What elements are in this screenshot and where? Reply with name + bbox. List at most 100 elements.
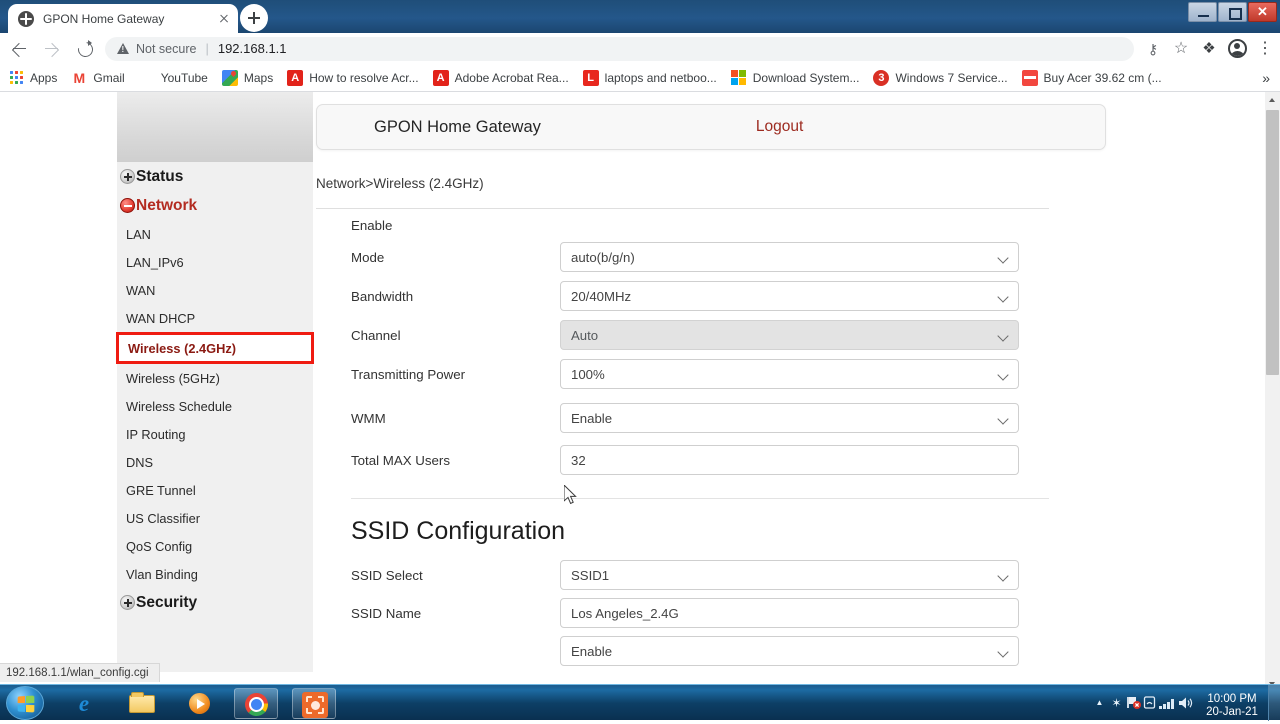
bookmark-label: Maps	[243, 70, 274, 85]
chrome-menu-icon[interactable]: ⋮	[1252, 36, 1278, 62]
close-icon[interactable]	[216, 11, 232, 27]
total-max-users-input[interactable]: 32	[560, 445, 1019, 475]
bookmark-label: Adobe Acrobat Rea...	[454, 70, 569, 85]
field-row-enable: Enable	[316, 218, 1106, 233]
bookmark-how-to-resolve[interactable]: How to resolve Acr...	[287, 69, 419, 86]
field-control: SSID1	[560, 560, 1019, 590]
bookmark-download-system[interactable]: Download System...	[730, 69, 859, 86]
network-error-icon[interactable]	[1125, 685, 1142, 721]
sidebar-item-label: GRE Tunnel	[126, 482, 196, 498]
sidebar-item-lan[interactable]: LAN	[117, 220, 313, 248]
taskbar-clock[interactable]: 10:00 PM 20-Jan-21	[1196, 688, 1268, 719]
sidebar-group-network[interactable]: Network	[117, 191, 313, 220]
sidebar-item-dns[interactable]: DNS	[117, 448, 313, 476]
browser-tab[interactable]: GPON Home Gateway	[8, 4, 238, 33]
page-scrollbar[interactable]	[1265, 92, 1280, 692]
bookmark-laptops[interactable]: laptops and netboo...	[582, 69, 717, 86]
browser-window: GPON Home Gateway ✕ Not secure | 192.168…	[0, 0, 1280, 692]
volume-icon[interactable]	[1176, 685, 1196, 721]
action-center-icon[interactable]	[1142, 685, 1159, 721]
channel-select-value: Auto	[571, 327, 599, 343]
taskbar-file-explorer[interactable]	[120, 688, 164, 719]
logout-link[interactable]: Logout	[756, 118, 803, 136]
close-window-button[interactable]: ✕	[1248, 2, 1277, 22]
new-tab-button[interactable]	[240, 4, 268, 32]
sidebar-group-security[interactable]: Security	[117, 588, 313, 617]
ssid-select[interactable]: SSID1	[560, 560, 1019, 590]
sidebar-item-wireless-schedule[interactable]: Wireless Schedule	[117, 392, 313, 420]
extensions-puzzle-icon[interactable]: ❖	[1196, 36, 1222, 62]
field-control: Enable	[560, 636, 1019, 666]
minimize-button[interactable]	[1188, 2, 1217, 22]
section-title-ssid-configuration: SSID Configuration	[351, 517, 566, 545]
show-hidden-icons[interactable]: ▲	[1091, 685, 1108, 721]
field-label: Channel	[351, 327, 401, 343]
windows-media-player-icon	[189, 693, 210, 714]
start-orb-icon[interactable]	[6, 686, 44, 720]
globe-icon	[18, 10, 34, 27]
bookmark-label: Buy Acer 39.62 cm (...	[1043, 70, 1162, 85]
taskbar-google-chrome[interactable]	[234, 688, 278, 719]
profile-avatar-icon[interactable]	[1224, 36, 1250, 62]
sidebar-item-label: DNS	[126, 454, 154, 470]
sidebar-menu: Status Network LAN LAN_IPv6 WAN WAN DHCP…	[116, 162, 314, 672]
mode-select[interactable]: auto(b/g/n)	[560, 242, 1019, 272]
router-sidebar: Status Network LAN LAN_IPv6 WAN WAN DHCP…	[116, 92, 314, 672]
bluetooth-icon[interactable]: ✶	[1108, 685, 1125, 721]
bookmark-windows7-service[interactable]: Windows 7 Service...	[873, 69, 1008, 86]
bookmarks-overflow-icon[interactable]: »	[1262, 70, 1270, 86]
signal-bars-icon[interactable]	[1159, 685, 1176, 721]
minus-icon[interactable]	[120, 198, 135, 213]
show-desktop-button[interactable]	[1268, 685, 1280, 721]
forward-arrow-icon[interactable]	[38, 35, 66, 63]
status-bubble: 192.168.1.1/wlan_config.cgi	[0, 663, 160, 682]
address-bar[interactable]: Not secure | 192.168.1.1	[105, 36, 1134, 61]
bookmark-label: YouTube	[160, 70, 208, 85]
sidebar-item-qos-config[interactable]: QoS Config	[117, 532, 313, 560]
bookmark-adobe-acrobat[interactable]: Adobe Acrobat Rea...	[432, 69, 569, 86]
internet-explorer-icon: e	[78, 691, 90, 716]
sidebar-item-ip-routing[interactable]: IP Routing	[117, 420, 313, 448]
scroll-up-arrow-icon[interactable]	[1265, 92, 1280, 107]
bookmark-buy-acer[interactable]: Buy Acer 39.62 cm (...	[1021, 69, 1162, 86]
bookmark-maps[interactable]: Maps	[221, 69, 274, 86]
field-label: Enable	[351, 218, 393, 233]
bookmark-youtube[interactable]: YouTube	[139, 70, 208, 86]
taskbar-windows-media-player[interactable]	[178, 688, 222, 719]
windows7-icon	[873, 69, 890, 86]
ssid-name-input[interactable]: Los Angeles_2.4G	[560, 598, 1019, 628]
sidebar-group-status[interactable]: Status	[117, 162, 313, 191]
reload-icon[interactable]	[71, 35, 99, 63]
sidebar-item-label: Wireless (2.4GHz)	[128, 340, 236, 356]
ssid-enable-select[interactable]: Enable	[560, 636, 1019, 666]
bookmark-label: Windows 7 Service...	[895, 70, 1008, 85]
taskbar-snipping-tool[interactable]	[292, 688, 336, 719]
clock-date: 20-Jan-21	[1206, 705, 1258, 718]
maximize-button[interactable]	[1218, 2, 1247, 22]
bookmark-apps[interactable]: Apps	[8, 70, 57, 86]
wmm-select[interactable]: Enable	[560, 403, 1019, 433]
taskbar-internet-explorer[interactable]: e	[62, 688, 106, 719]
chrome-icon	[245, 693, 268, 716]
sidebar-item-wan-dhcp[interactable]: WAN DHCP	[117, 304, 313, 332]
password-key-icon[interactable]: ⚷	[1140, 36, 1166, 62]
mouse-cursor	[564, 485, 577, 505]
sidebar-item-wireless-24ghz[interactable]: Wireless (2.4GHz)	[116, 332, 314, 364]
bookmark-star-icon[interactable]: ☆	[1168, 36, 1194, 62]
transmitting-power-select[interactable]: 100%	[560, 359, 1019, 389]
wmm-select-value: Enable	[571, 410, 613, 426]
sidebar-item-lan-ipv6[interactable]: LAN_IPv6	[117, 248, 313, 276]
bookmark-gmail[interactable]: M Gmail	[71, 70, 125, 86]
bandwidth-select[interactable]: 20/40MHz	[560, 281, 1019, 311]
field-label: Total MAX Users	[351, 452, 451, 468]
scrollbar-thumb[interactable]	[1266, 110, 1279, 375]
plus-icon[interactable]	[120, 169, 135, 184]
sidebar-item-vlan-binding[interactable]: Vlan Binding	[117, 560, 313, 588]
sidebar-item-wan[interactable]: WAN	[117, 276, 313, 304]
sidebar-item-us-classifier[interactable]: US Classifier	[117, 504, 313, 532]
sidebar-item-gre-tunnel[interactable]: GRE Tunnel	[117, 476, 313, 504]
back-arrow-icon[interactable]	[5, 35, 33, 63]
plus-icon[interactable]	[120, 595, 135, 610]
microsoft-icon	[730, 69, 747, 86]
sidebar-item-wireless-5ghz[interactable]: Wireless (5GHz)	[117, 364, 313, 392]
